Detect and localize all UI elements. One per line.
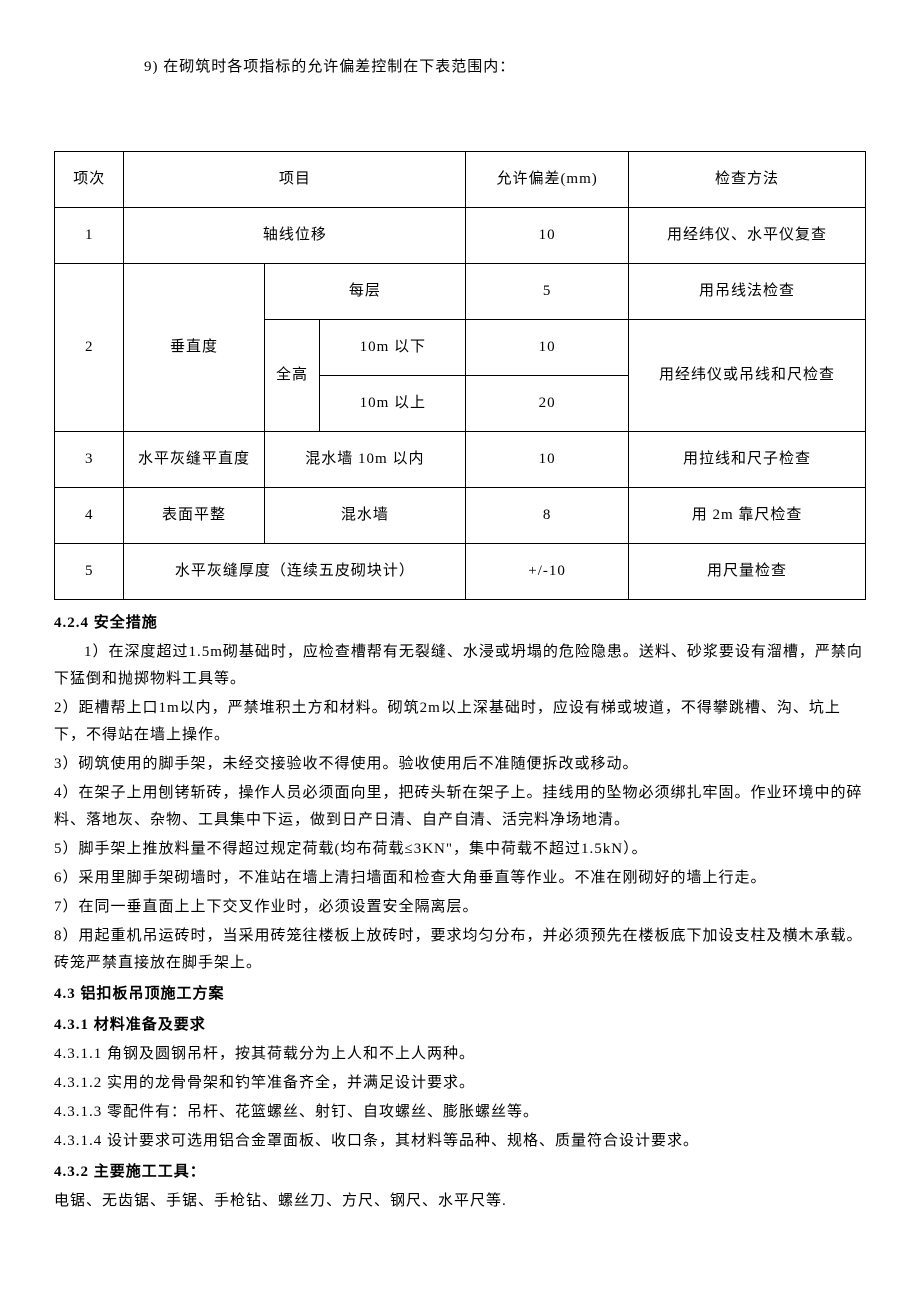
p-424-3: 3）砌筑使用的脚手架，未经交接验收不得使用。验收使用后不准随便拆改或移动。 — [54, 751, 866, 778]
r2-idx: 2 — [55, 264, 124, 432]
heading-431: 4.3.1 材料准备及要求 — [54, 1012, 866, 1039]
p-424-8: 8）用起重机吊运砖时，当采用砖笼往楼板上放砖时，要求均匀分布，并必须预先在楼板底… — [54, 923, 866, 977]
intro-line: 9) 在砌筑时各项指标的允许偏差控制在下表范围内： — [144, 54, 866, 81]
r4-label: 表面平整 — [124, 488, 264, 544]
r2-height-method: 用经纬仪或吊线和尺检查 — [629, 320, 866, 432]
p-424-1: 1）在深度超过1.5m砌基础时，应检查槽帮有无裂缝、水浸或坍塌的危险隐患。送料、… — [54, 639, 866, 693]
th-method: 检查方法 — [629, 152, 866, 208]
r1-method: 用经纬仪、水平仪复查 — [629, 208, 866, 264]
r3-label: 水平灰缝平直度 — [124, 432, 264, 488]
p-424-2: 2）距槽帮上口1m以内，严禁堆积土方和材料。砌筑2m以上深基础时，应设有梯或坡道… — [54, 695, 866, 749]
r2-above: 10m 以上 — [320, 376, 466, 432]
r4-idx: 4 — [55, 488, 124, 544]
p-431-1: 4.3.1.1 角钢及圆钢吊杆，按其荷载分为上人和不上人两种。 — [54, 1041, 866, 1068]
r2-below-dev: 10 — [466, 320, 629, 376]
p-432-1: 电锯、无齿锯、手锯、手枪钻、螺丝刀、方尺、钢尺、水平尺等. — [54, 1188, 866, 1215]
r3-sub: 混水墙 10m 以内 — [264, 432, 466, 488]
r5-dev: +/-10 — [466, 544, 629, 600]
p-424-7: 7）在同一垂直面上上下交叉作业时，必须设置安全隔离层。 — [54, 894, 866, 921]
r5-method: 用尺量检查 — [629, 544, 866, 600]
r2-vertical-label: 垂直度 — [124, 264, 264, 432]
r5-idx: 5 — [55, 544, 124, 600]
r5-label: 水平灰缝厚度（连续五皮砌块计） — [124, 544, 466, 600]
r4-sub: 混水墙 — [264, 488, 466, 544]
p-424-6: 6）采用里脚手架砌墙时，不准站在墙上清扫墙面和检查大角垂直等作业。不准在刚砌好的… — [54, 865, 866, 892]
p-424-5: 5）脚手架上推放料量不得超过规定荷载(均布荷载≤3KN"，集中荷载不超过1.5k… — [54, 836, 866, 863]
r3-dev: 10 — [466, 432, 629, 488]
heading-424: 4.2.4 安全措施 — [54, 610, 866, 637]
r4-dev: 8 — [466, 488, 629, 544]
th-item: 项目 — [124, 152, 466, 208]
p-431-3: 4.3.1.3 零配件有：吊杆、花篮螺丝、射钉、自攻螺丝、膨胀螺丝等。 — [54, 1099, 866, 1126]
r2-above-dev: 20 — [466, 376, 629, 432]
r1-idx: 1 — [55, 208, 124, 264]
r2-full-height: 全高 — [264, 320, 320, 432]
r1-item: 轴线位移 — [124, 208, 466, 264]
th-deviation: 允许偏差(mm) — [466, 152, 629, 208]
heading-43: 4.3 铝扣板吊顶施工方案 — [54, 981, 866, 1008]
r3-idx: 3 — [55, 432, 124, 488]
p-431-4: 4.3.1.4 设计要求可选用铝合金罩面板、收口条，其材料等品种、规格、质量符合… — [54, 1128, 866, 1155]
r1-dev: 10 — [466, 208, 629, 264]
r3-method: 用拉线和尺子检查 — [629, 432, 866, 488]
heading-432: 4.3.2 主要施工工具： — [54, 1159, 866, 1186]
th-index: 项次 — [55, 152, 124, 208]
r2-each-floor-method: 用吊线法检查 — [629, 264, 866, 320]
r2-each-floor-dev: 5 — [466, 264, 629, 320]
p-424-4: 4）在架子上用刨铐斩砖，操作人员必须面向里，把砖头斩在架子上。挂线用的坠物必须绑… — [54, 780, 866, 834]
r2-each-floor: 每层 — [264, 264, 466, 320]
r4-method: 用 2m 靠尺检查 — [629, 488, 866, 544]
p-431-2: 4.3.1.2 实用的龙骨骨架和钓竿准备齐全，并满足设计要求。 — [54, 1070, 866, 1097]
r2-below: 10m 以下 — [320, 320, 466, 376]
deviation-table: 项次 项目 允许偏差(mm) 检查方法 1 轴线位移 10 用经纬仪、水平仪复查… — [54, 151, 866, 600]
